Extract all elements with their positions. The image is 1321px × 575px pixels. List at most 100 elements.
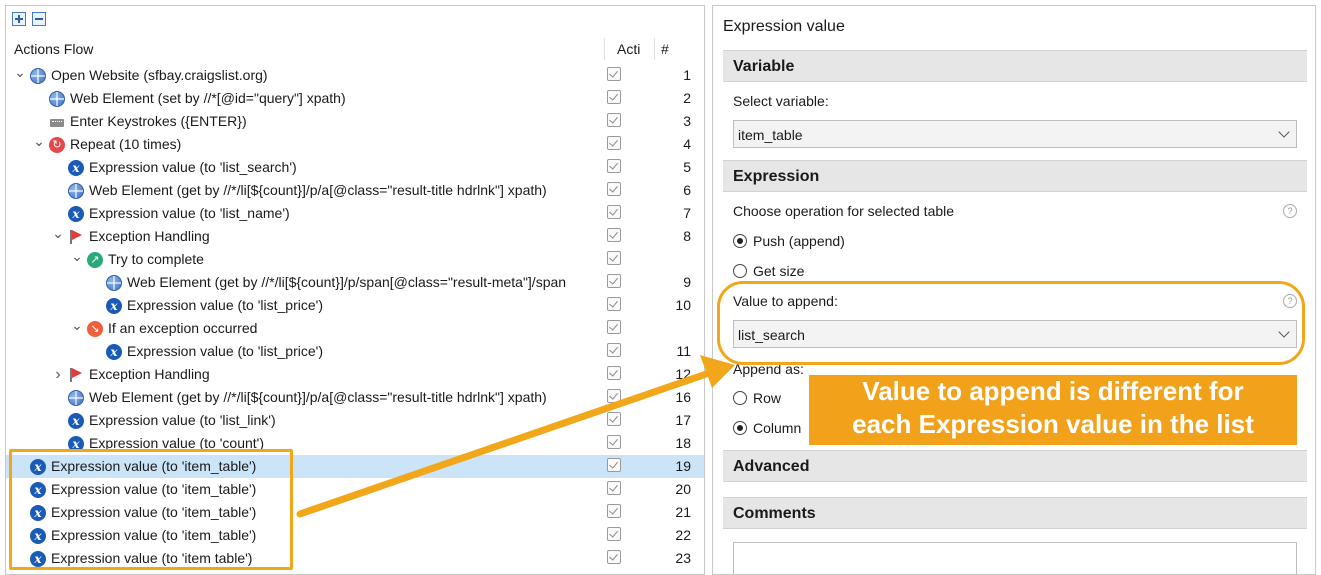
active-checkbox[interactable] [607, 412, 621, 426]
tree-row[interactable]: x Expression value (to 'item_table') 22 [6, 524, 704, 547]
comments-textarea[interactable] [733, 542, 1297, 574]
tree-row[interactable]: Enter Keystrokes ({ENTER}) 3 [6, 110, 704, 133]
help-icon[interactable]: ? [1283, 204, 1297, 218]
tree-row[interactable]: x Expression value (to 'item table') 23 [6, 547, 704, 570]
tree-row[interactable]: Web Element (get by //*/li[${count}]/p/s… [6, 271, 704, 294]
active-checkbox[interactable] [607, 343, 621, 357]
tree-toolbar [12, 12, 46, 32]
active-checkbox[interactable] [607, 320, 621, 334]
chevron-down-icon[interactable]: ⌄ [71, 248, 83, 271]
tree-row[interactable]: x Expression value (to 'count') 18 [6, 432, 704, 455]
chevron-down-icon [1278, 326, 1290, 338]
row-number: 20 [675, 481, 691, 497]
column-number[interactable]: # [661, 41, 669, 57]
tree-row-label: Enter Keystrokes ({ENTER}) [70, 113, 247, 129]
tree-row[interactable]: ⌄ Exception Handling 8 [6, 225, 704, 248]
row-number: 17 [675, 412, 691, 428]
section-comments[interactable]: Comments [723, 497, 1307, 529]
tree-row[interactable]: x Expression value (to 'item_table') 20 [6, 478, 704, 501]
value-to-append-dropdown[interactable]: list_search [733, 320, 1297, 348]
section-variable[interactable]: Variable [723, 50, 1307, 82]
chevron-right-icon[interactable]: › [52, 363, 64, 386]
active-checkbox[interactable] [607, 136, 621, 150]
expand-all-icon[interactable] [12, 12, 26, 26]
active-checkbox[interactable] [607, 113, 621, 127]
active-checkbox[interactable] [607, 67, 621, 81]
exception-icon: ↘ [87, 321, 103, 337]
value-to-append-label: Value to append: [733, 293, 838, 309]
flag-icon [68, 229, 84, 245]
tree-row[interactable]: x Expression value (to 'item_table') 19 [6, 455, 704, 478]
callout-line-2: each Expression value in the list [852, 409, 1254, 439]
tree-row[interactable]: x Expression value (to 'list_price') 10 [6, 294, 704, 317]
tree-row-label: Expression value (to 'item_table') [51, 504, 257, 520]
active-checkbox[interactable] [607, 435, 621, 449]
tree-row[interactable]: x Expression value (to 'list_link') 17 [6, 409, 704, 432]
tree-row[interactable]: ⌄ ↘ If an exception occurred [6, 317, 704, 340]
tree-row-label: Web Element (get by //*/li[${count}]/p/a… [89, 182, 547, 198]
active-checkbox[interactable] [607, 228, 621, 242]
try-icon: ↗ [87, 252, 103, 268]
tree-row[interactable]: x Expression value (to 'list_price') 11 [6, 340, 704, 363]
section-advanced[interactable]: Advanced [723, 450, 1307, 482]
row-number: 23 [675, 550, 691, 566]
section-expression[interactable]: Expression [723, 160, 1307, 192]
tree-row[interactable]: ⌄ ↻ Repeat (10 times) 4 [6, 133, 704, 156]
globe-icon [68, 390, 84, 406]
tree-row[interactable]: ⌄ Open Website (sfbay.craigslist.org) 1 [6, 64, 704, 87]
active-checkbox[interactable] [607, 205, 621, 219]
active-checkbox[interactable] [607, 504, 621, 518]
chevron-down-icon[interactable]: ⌄ [33, 133, 45, 156]
tree-row[interactable]: x Expression value (to 'item_table') 21 [6, 501, 704, 524]
globe-icon [106, 275, 122, 291]
active-checkbox[interactable] [607, 182, 621, 196]
active-checkbox[interactable] [607, 90, 621, 104]
chevron-down-icon[interactable]: ⌄ [52, 225, 64, 248]
tree-row-label: Expression value (to 'list_name') [89, 205, 290, 221]
active-checkbox[interactable] [607, 458, 621, 472]
tree-row[interactable]: Web Element (set by //*[@id="query"] xpa… [6, 87, 704, 110]
row-number: 1 [683, 67, 691, 83]
active-checkbox[interactable] [607, 366, 621, 380]
collapse-all-icon[interactable] [32, 12, 46, 26]
chevron-down-icon[interactable]: ⌄ [71, 317, 83, 340]
expression-icon: x [30, 482, 46, 498]
row-number: 12 [675, 366, 691, 382]
row-number: 6 [683, 182, 691, 198]
active-checkbox[interactable] [607, 274, 621, 288]
tree-header: Actions Flow Acti # [6, 38, 704, 60]
tree-row[interactable]: x Expression value (to 'list_name') 7 [6, 202, 704, 225]
tree-row-label: Expression value (to 'list_price') [127, 343, 323, 359]
row-number: 4 [683, 136, 691, 152]
tree-row-label: Exception Handling [89, 366, 210, 382]
row-number: 5 [683, 159, 691, 175]
tree-row-label: Open Website (sfbay.craigslist.org) [51, 67, 268, 83]
row-number: 8 [683, 228, 691, 244]
active-checkbox[interactable] [607, 527, 621, 541]
active-checkbox[interactable] [607, 389, 621, 403]
select-variable-dropdown[interactable]: item_table [733, 120, 1297, 148]
tree-row-label: Exception Handling [89, 228, 210, 244]
active-checkbox[interactable] [607, 297, 621, 311]
row-number: 9 [683, 274, 691, 290]
active-checkbox[interactable] [607, 550, 621, 564]
flag-icon [68, 367, 84, 383]
row-number: 7 [683, 205, 691, 221]
tree-row[interactable]: x Expression value (to 'list_search') 5 [6, 156, 704, 179]
active-checkbox[interactable] [607, 251, 621, 265]
active-checkbox[interactable] [607, 159, 621, 173]
select-variable-label: Select variable: [733, 93, 829, 109]
expression-icon: x [106, 298, 122, 314]
tree-row[interactable]: › Exception Handling 12 [6, 363, 704, 386]
tree-row[interactable]: ⌄ ↗ Try to complete [6, 248, 704, 271]
active-checkbox[interactable] [607, 481, 621, 495]
tree-row[interactable]: Web Element (get by //*/li[${count}]/p/a… [6, 179, 704, 202]
help-icon[interactable]: ? [1283, 294, 1297, 308]
tree-row-label: Expression value (to 'list_search') [89, 159, 297, 175]
expression-icon: x [30, 459, 46, 475]
tree-row-label: If an exception occurred [108, 320, 258, 336]
column-actions-flow[interactable]: Actions Flow [14, 41, 93, 57]
chevron-down-icon[interactable]: ⌄ [14, 64, 26, 87]
column-active[interactable]: Acti [617, 41, 640, 57]
tree-row[interactable]: Web Element (get by //*/li[${count}]/p/a… [6, 386, 704, 409]
